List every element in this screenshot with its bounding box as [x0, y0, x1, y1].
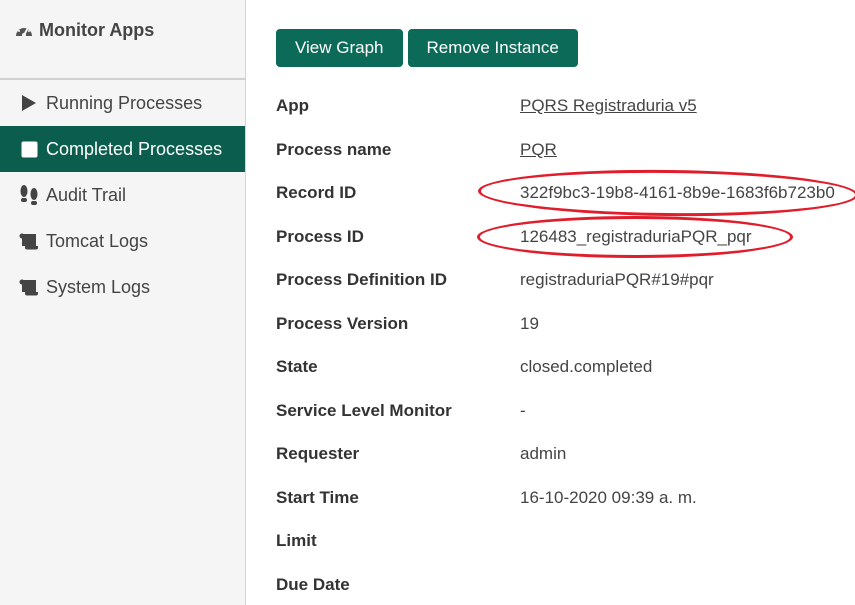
- toolbar: View Graph Remove Instance: [276, 29, 578, 67]
- detail-label: Process Version: [276, 314, 409, 333]
- sidebar-item-audit-trail[interactable]: Audit Trail: [0, 172, 245, 218]
- detail-row-due-date: Due Date: [276, 573, 520, 597]
- detail-label: Process name: [276, 140, 392, 159]
- detail-row-start-time: Start Time 16-10-2020 09:39 a. m.: [276, 486, 697, 510]
- detail-row-requester: Requester admin: [276, 442, 566, 466]
- detail-label: Process ID: [276, 227, 364, 246]
- state-value: closed.completed: [520, 357, 653, 376]
- main-content: View Graph Remove Instance App PQRS Regi…: [246, 0, 855, 605]
- detail-label: Due Date: [276, 575, 350, 594]
- sidebar-nav: Running Processes Completed Processes Au…: [0, 80, 245, 310]
- sidebar-item-label: Audit Trail: [46, 184, 127, 205]
- square-icon: [18, 138, 40, 160]
- detail-row-limit: Limit: [276, 529, 520, 553]
- sidebar-header: Monitor Apps: [0, 0, 245, 80]
- sidebar-item-system-logs[interactable]: System Logs: [0, 264, 245, 310]
- process-id-value: 126483_registraduriaPQR_pqr: [520, 227, 752, 246]
- detail-row-process-name: Process name PQR: [276, 138, 557, 162]
- sidebar-item-label: Tomcat Logs: [46, 230, 149, 251]
- view-graph-button[interactable]: View Graph: [276, 29, 403, 67]
- detail-label: App: [276, 96, 310, 115]
- sidebar-item-tomcat-logs[interactable]: Tomcat Logs: [0, 218, 245, 264]
- process-definition-id-value: registraduriaPQR#19#pqr: [520, 270, 714, 289]
- scroll-icon: [18, 230, 40, 252]
- requester-value: admin: [520, 444, 567, 463]
- service-level-monitor-value: -: [520, 401, 526, 420]
- sidebar-item-running-processes[interactable]: Running Processes: [0, 80, 245, 126]
- detail-row-record-id: Record ID 322f9bc3-19b8-4161-8b9e-1683f6…: [276, 181, 835, 205]
- process-version-value: 19: [520, 314, 539, 333]
- detail-label: State: [276, 357, 318, 376]
- detail-label: Requester: [276, 444, 360, 463]
- detail-row-process-definition-id: Process Definition ID registraduriaPQR#1…: [276, 268, 714, 292]
- detail-label: Start Time: [276, 488, 359, 507]
- sidebar-item-label: Running Processes: [46, 92, 203, 113]
- sidebar-item-label: Completed Processes: [46, 138, 223, 159]
- detail-row-state: State closed.completed: [276, 355, 652, 379]
- detail-label: Record ID: [276, 183, 357, 202]
- detail-label: Process Definition ID: [276, 270, 447, 289]
- start-time-value: 16-10-2020 09:39 a. m.: [520, 488, 697, 507]
- detail-label: Service Level Monitor: [276, 401, 452, 420]
- detail-label: Limit: [276, 531, 317, 550]
- footsteps-icon: [18, 184, 40, 206]
- dashboard-icon: [16, 26, 32, 37]
- scroll-icon: [18, 276, 40, 298]
- sidebar-item-completed-processes[interactable]: Completed Processes: [0, 126, 245, 172]
- remove-instance-button[interactable]: Remove Instance: [407, 29, 578, 67]
- process-name-link[interactable]: PQR: [520, 140, 557, 160]
- record-id-value: 322f9bc3-19b8-4161-8b9e-1683f6b723b0: [520, 183, 835, 202]
- play-icon: [18, 92, 40, 114]
- detail-row-service-level-monitor: Service Level Monitor -: [276, 399, 526, 423]
- detail-row-process-version: Process Version 19: [276, 312, 539, 336]
- detail-row-process-id: Process ID 126483_registraduriaPQR_pqr: [276, 225, 752, 249]
- app-title: Monitor Apps: [39, 20, 155, 40]
- app-link[interactable]: PQRS Registraduria v5: [520, 96, 697, 116]
- sidebar: Monitor Apps Running Processes Completed…: [0, 0, 246, 605]
- detail-row-app: App PQRS Registraduria v5: [276, 94, 697, 118]
- sidebar-item-label: System Logs: [46, 276, 151, 297]
